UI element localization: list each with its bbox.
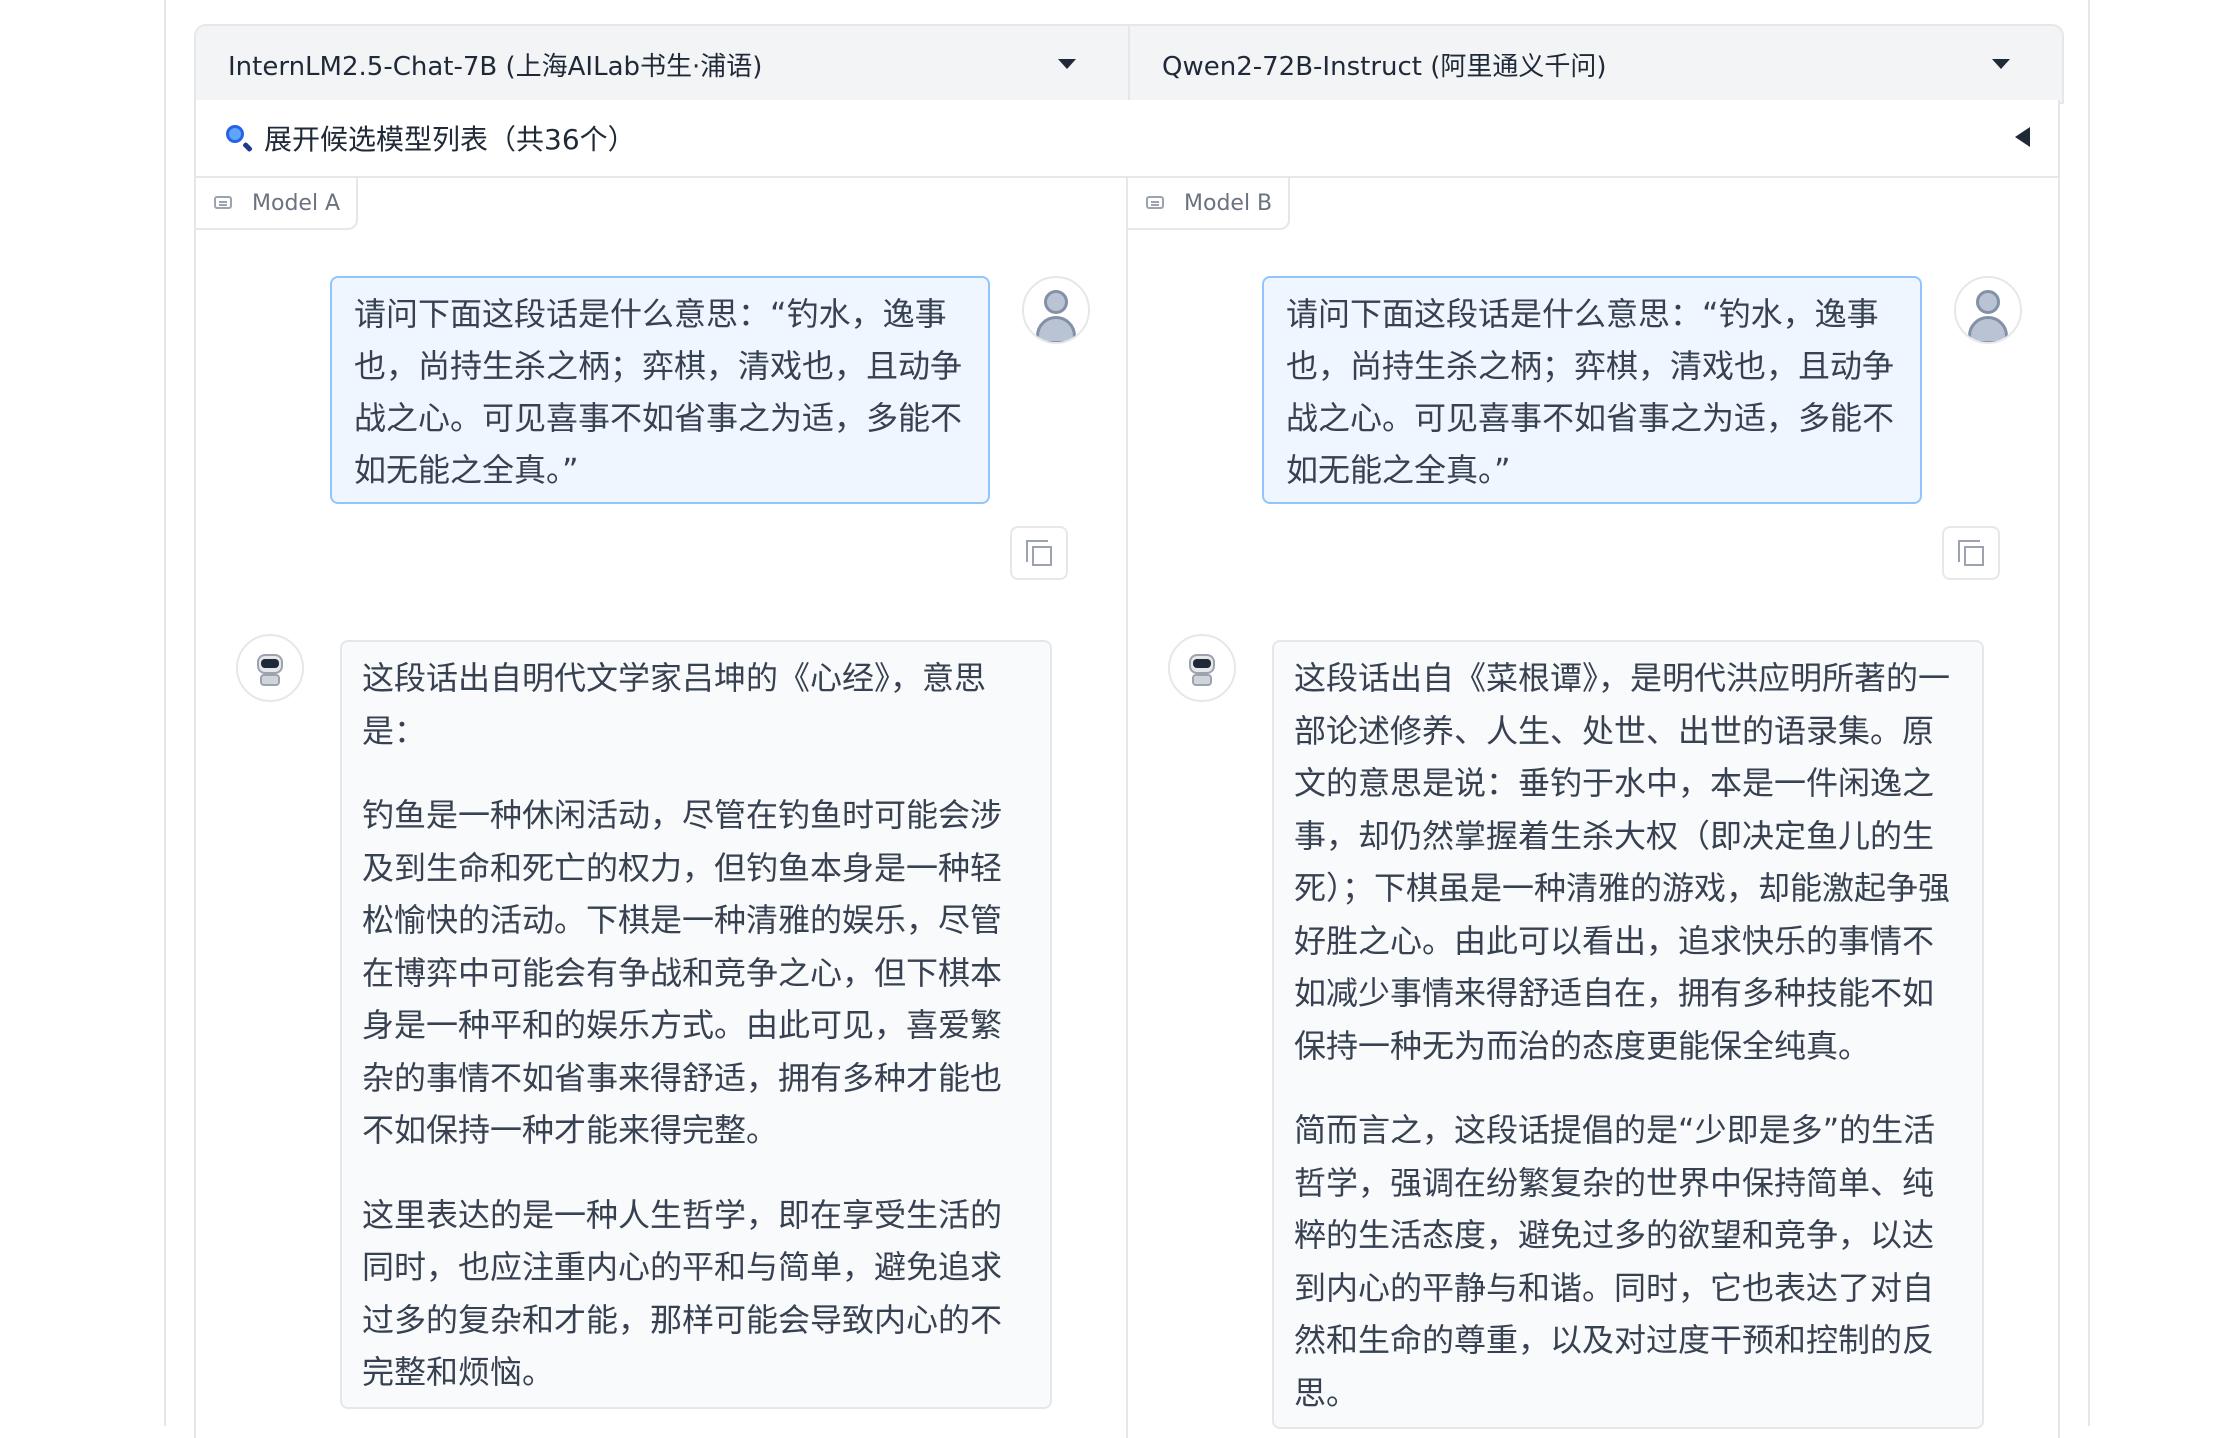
model-b-dropdown[interactable]: Qwen2-72B-Instruct (阿里通义千问) <box>1128 26 2062 102</box>
bot-paragraph: 这段话出自明代文学家吕坤的《心经》，意思是： <box>362 659 987 750</box>
model-list-expander[interactable]: 展开候选模型列表（共36个） <box>194 100 2060 178</box>
bot-paragraph: 这里表达的是一种人生哲学，即在享受生活的同时，也应注重内心的平和与简单，避免追求… <box>362 1195 1003 1392</box>
bot-paragraph: 简而言之，这段话提倡的是“少即是多”的生活哲学，强调在纷繁复杂的世界中保持简单、… <box>1294 1111 1936 1412</box>
model-b-tag: Model B <box>1128 178 1291 230</box>
bot-paragraph: 这段话出自《菜根谭》，是明代洪应明所著的一部论述修养、人生、处世、出世的语录集。… <box>1294 659 1951 1065</box>
model-b-tag-label: Model B <box>1184 190 1273 216</box>
bot-message: 这段话出自《菜根谭》，是明代洪应明所著的一部论述修养、人生、处世、出世的语录集。… <box>1272 640 1984 1429</box>
robot-avatar-icon <box>1168 634 1236 702</box>
user-message: 请问下面这段话是什么意思：“钓水，逸事也，尚持生杀之柄；弈棋，清戏也，且动争战之… <box>330 276 990 504</box>
copy-button[interactable] <box>1942 526 2000 580</box>
user-avatar-icon <box>1954 276 2022 344</box>
model-a-tag: Model A <box>196 178 359 230</box>
model-a-dropdown[interactable]: InternLM2.5-Chat-7B (上海AILab书生·浦语) <box>196 26 1128 102</box>
expander-label: 展开候选模型列表（共36个） <box>264 123 636 156</box>
bot-paragraph: 钓鱼是一种休闲活动，尽管在钓鱼时可能会涉及到生命和死亡的权力，但钓鱼本身是一种轻… <box>362 796 1003 1149</box>
model-b-label: Qwen2-72B-Instruct (阿里通义千问) <box>1162 51 1607 82</box>
model-b-panel: Model B 请问下面这段话是什么意思：“钓水，逸事也，尚持生杀之柄；弈棋，清… <box>1126 178 2058 1438</box>
copy-button[interactable] <box>1010 526 1068 580</box>
model-selector-bar: InternLM2.5-Chat-7B (上海AILab书生·浦语) Qwen2… <box>194 24 2064 104</box>
collapse-triangle-icon[interactable] <box>2015 127 2030 147</box>
model-a-label: InternLM2.5-Chat-7B (上海AILab书生·浦语) <box>228 51 763 82</box>
chat-icon <box>1146 196 1164 209</box>
model-a-panel: Model A 请问下面这段话是什么意思：“钓水，逸事也，尚持生杀之柄；弈棋，清… <box>196 178 1126 1438</box>
magnifier-icon <box>224 123 254 153</box>
chevron-down-icon[interactable] <box>1058 59 1076 69</box>
model-a-tag-label: Model A <box>252 190 341 216</box>
user-message: 请问下面这段话是什么意思：“钓水，逸事也，尚持生杀之柄；弈棋，清戏也，且动争战之… <box>1262 276 1922 504</box>
chat-icon <box>214 196 232 209</box>
bot-message: 这段话出自明代文学家吕坤的《心经》，意思是： 钓鱼是一种休闲活动，尽管在钓鱼时可… <box>340 640 1052 1409</box>
chevron-down-icon[interactable] <box>1992 59 2010 69</box>
user-avatar-icon <box>1022 276 1090 344</box>
page-container: InternLM2.5-Chat-7B (上海AILab书生·浦语) Qwen2… <box>164 0 2090 1438</box>
robot-avatar-icon <box>236 634 304 702</box>
chat-panels: Model A 请问下面这段话是什么意思：“钓水，逸事也，尚持生杀之柄；弈棋，清… <box>194 178 2060 1438</box>
